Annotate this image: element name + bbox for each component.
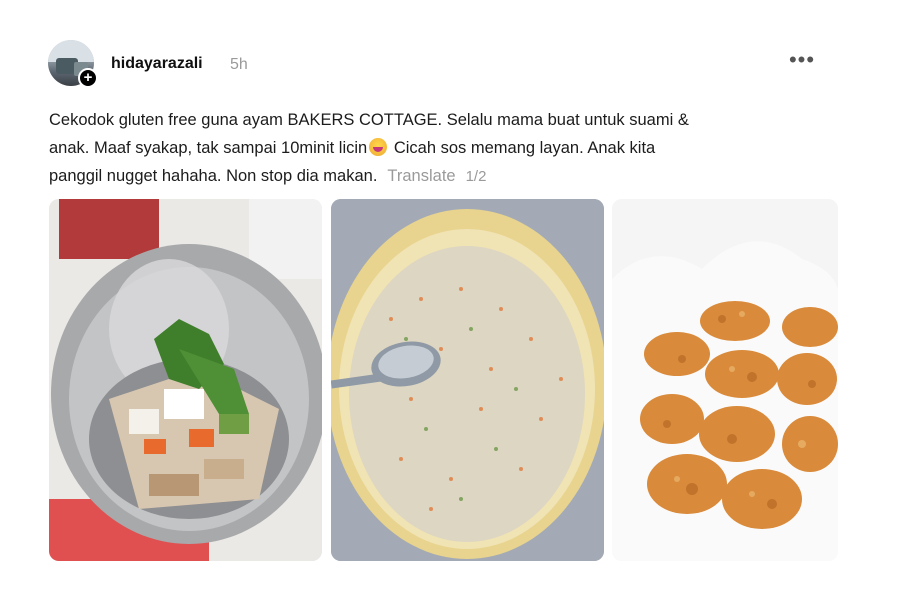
image-page-indicator: 1/2	[465, 168, 487, 185]
caption-line: Cekodok gluten free guna ayam BAKERS COT…	[49, 111, 689, 129]
translate-link[interactable]: Translate	[387, 167, 455, 185]
follow-plus-icon[interactable]: +	[78, 68, 98, 88]
post-caption: Cekodok gluten free guna ayam BAKERS COT…	[49, 106, 809, 191]
fried-fritters-photo[interactable]	[612, 199, 838, 561]
timestamp: 5h	[230, 56, 248, 73]
caption-line: panggil nugget hahaha. Non stop dia maka…	[49, 167, 487, 185]
laughing-emoji-icon	[369, 138, 388, 156]
avatar[interactable]: +	[48, 40, 98, 88]
more-options-icon[interactable]: •••	[788, 49, 816, 74]
thread-post: + hidayarazali 5h ••• Cekodok gluten fre…	[0, 0, 900, 600]
fried-fritters-image	[612, 199, 838, 561]
batter-bowl-image	[331, 199, 604, 561]
mixing-bowl-photo[interactable]	[49, 199, 322, 561]
username[interactable]: hidayarazali	[111, 55, 203, 73]
mixing-bowl-image	[49, 199, 322, 561]
batter-bowl-photo[interactable]	[331, 199, 604, 561]
caption-line: anak. Maaf syakap, tak sampai 10minit li…	[49, 138, 656, 157]
